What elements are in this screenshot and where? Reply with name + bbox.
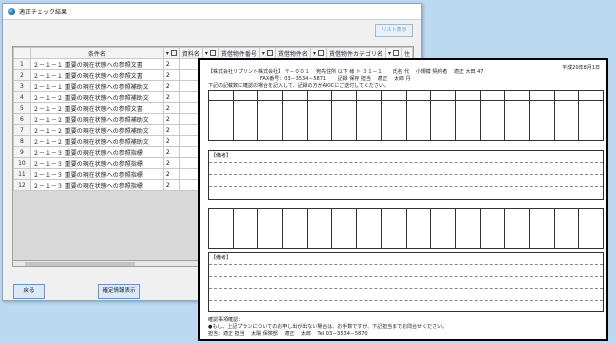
sheet-table-2 [208, 208, 604, 249]
condition-name-cell[interactable]: ２－１－３ 重要の現在状態への参照指標 [29, 168, 164, 180]
row-number[interactable]: 3 [13, 80, 31, 92]
row-number[interactable]: 11 [13, 168, 31, 180]
sheet-date: 平成20年8月1日 [562, 65, 600, 71]
title-bar: 適正チェック結果 [3, 4, 421, 20]
sheet-footer-2: ●もし、上記プランについてのお申し出が出ない場合は、お手数ですが、下記担当までお… [208, 324, 448, 330]
grid-header-filter-1[interactable]: ▾ [162, 47, 180, 59]
doc-cell[interactable]: 2 [162, 135, 180, 147]
row-number[interactable]: 6 [13, 113, 31, 125]
sheet-notes-2: 【備考】 [208, 252, 604, 312]
doc-cell[interactable]: 2 [162, 168, 180, 180]
grid-header-doc[interactable]: 資料名 [178, 47, 203, 59]
row-number[interactable]: 10 [13, 157, 31, 169]
filter-checkbox-1 [170, 50, 177, 56]
sheet-footer-3: 担当：適正 担当 太陽 保険部 適正 太郎 Tel 03－3534－5870 [208, 331, 368, 337]
doc-cell[interactable]: 2 [162, 80, 180, 92]
row-number[interactable]: 8 [13, 135, 31, 147]
list-view-button[interactable]: リスト表示 [375, 24, 413, 37]
grid-header-addr[interactable]: 住 [400, 47, 413, 59]
grid-header-row: 条件名 ▾ 資料名 ▾ 賃借物件番号 ▾ 賃借物件名 ▾ 賃借物件カテゴリ名 ▾… [13, 47, 413, 59]
confirm-info-button[interactable]: 確定情報表示 [98, 284, 140, 299]
sheet-notes-1: 【備考】 [208, 150, 604, 200]
grid-header-prop-no[interactable]: 賃借物件番号 [217, 47, 260, 59]
sheet-line-3: 下記の記載数に確認の場合を記入して、記録の方がAKICにご送付してください。 [208, 83, 389, 89]
doc-cell[interactable]: 2 [162, 179, 180, 191]
condition-name-cell[interactable]: ２－１－３ 重要の現在状態への参照指標 [29, 146, 164, 158]
doc-cell[interactable]: 2 [162, 91, 180, 103]
doc-cell[interactable]: 2 [162, 113, 180, 125]
filter-checkbox-3 [266, 50, 273, 56]
grid-header-filter-3[interactable]: ▾ [258, 47, 276, 59]
sheet-line-2: FAX番号：03－3534－5871 記録 保存 担当 適正 太郎 丹 [260, 76, 411, 82]
sheet-table-1 [208, 90, 604, 141]
condition-name-cell[interactable]: ２－１－１ 重要の現在状態への参照文書 [29, 58, 164, 70]
row-number[interactable]: 5 [13, 102, 31, 114]
doc-cell[interactable]: 2 [162, 69, 180, 81]
filter-checkbox-4 [317, 50, 324, 56]
row-number[interactable]: 9 [13, 146, 31, 158]
print-preview-sheet: 平成20年8月1日 【株式会社リプリント株式会社】 〒－００１ 宛先住所 以下 … [198, 58, 608, 341]
row-number[interactable]: 7 [13, 124, 31, 136]
grid-header-condition[interactable]: 条件名 [29, 47, 164, 59]
condition-name-cell[interactable]: ２－１－２ 重要の現在状態への参照補助文 [29, 91, 164, 103]
condition-name-cell[interactable]: ２－１－２ 重要の現在状態への参照補助文 [29, 135, 164, 147]
condition-name-cell[interactable]: ２－１－２ 重要の現在状態への参照補助文 [29, 124, 164, 136]
condition-name-cell[interactable]: ２－１－２ 重要の現在状態への参照補助文 [29, 113, 164, 125]
grid-header-category[interactable]: 賃借物件カテゴリ名 [325, 47, 386, 59]
app-icon [8, 8, 15, 15]
condition-name-cell[interactable]: ２－１－１ 重要の現在状態への参照補助文 [29, 80, 164, 92]
condition-name-cell[interactable]: ２－１－２ 重要の現在状態への参照文書 [29, 102, 164, 114]
filter-checkbox-5 [392, 50, 399, 56]
doc-cell[interactable]: 2 [162, 58, 180, 70]
condition-name-cell[interactable]: ２－１－１ 重要の現在状態への参照文書 [29, 69, 164, 81]
grid-header-filter-5[interactable]: ▾ [384, 47, 402, 59]
row-number[interactable]: 12 [13, 179, 31, 191]
window-title: 適正チェック結果 [19, 9, 68, 16]
doc-cell[interactable]: 2 [162, 146, 180, 158]
grid-header-filter-4[interactable]: ▾ [309, 47, 327, 59]
row-number[interactable]: 2 [13, 69, 31, 81]
sheet-line-1: 【株式会社リプリント株式会社】 〒－００１ 宛先住所 以下 様 ト ３１－１ 氏… [208, 69, 484, 75]
condition-name-cell[interactable]: ２－１－３ 重要の現在状態への参照指標 [29, 157, 164, 169]
scrollbar-thumb[interactable] [25, 262, 135, 266]
row-number[interactable]: 4 [13, 91, 31, 103]
grid-header-prop-name[interactable]: 賃借物件名 [274, 47, 311, 59]
doc-cell[interactable]: 2 [162, 124, 180, 136]
filter-checkbox-2 [209, 50, 216, 56]
condition-name-cell[interactable]: ２－１－３ 重要の現在状態への参照指標 [29, 179, 164, 191]
grid-header-rownum [13, 47, 31, 59]
sheet-footer-1: 確認事項確認： [208, 317, 244, 323]
doc-cell[interactable]: 2 [162, 157, 180, 169]
grid-header-filter-2[interactable]: ▾ [201, 47, 219, 59]
doc-cell[interactable]: 2 [162, 102, 180, 114]
back-button[interactable]: 戻る [13, 284, 45, 299]
row-number[interactable]: 1 [13, 58, 31, 70]
